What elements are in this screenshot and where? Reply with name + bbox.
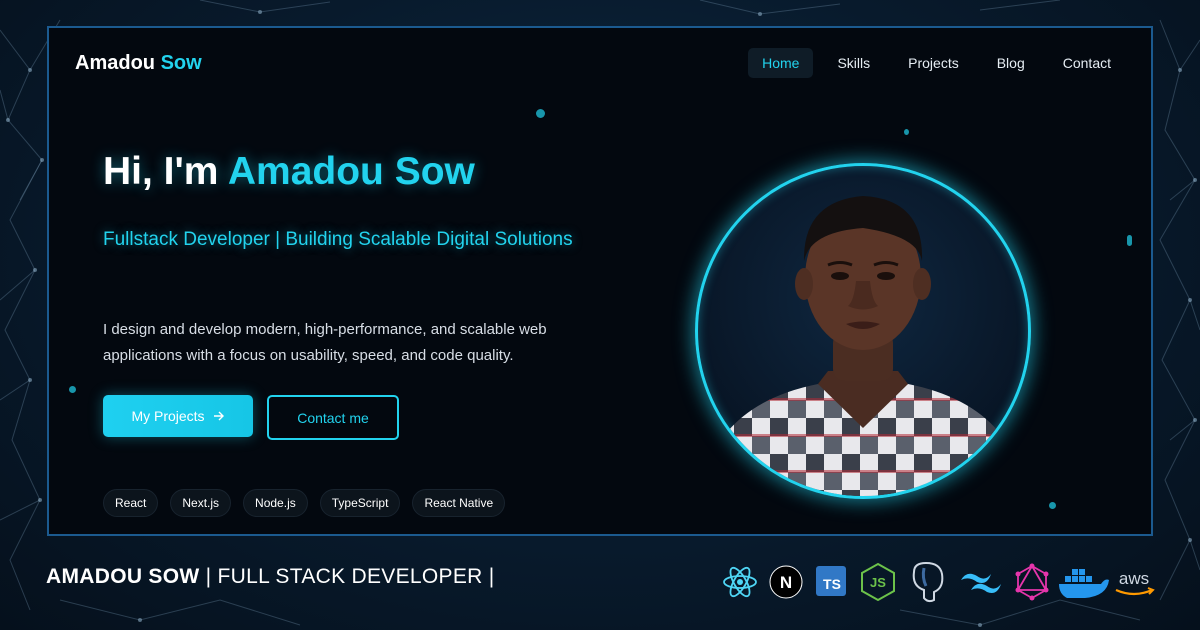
svg-text:TS: TS <box>823 576 841 592</box>
decorative-dot <box>1127 235 1132 246</box>
nextjs-icon: N <box>769 565 803 599</box>
main-nav: Home Skills Projects Blog Contact <box>748 48 1125 78</box>
my-projects-label: My Projects <box>131 408 205 424</box>
svg-text:JS: JS <box>870 575 886 590</box>
tag-react: React <box>103 489 159 517</box>
typescript-icon: TS <box>816 566 846 596</box>
docker-icon <box>1059 569 1109 598</box>
decorative-dot <box>904 129 909 135</box>
nodejs-icon: JS <box>861 562 895 602</box>
hero-subtitle: Fullstack Developer | Building Scalable … <box>103 229 573 250</box>
caption-name: AMADOU SOW <box>46 565 200 588</box>
hero-title: Hi, I'm Amadou Sow <box>103 150 475 194</box>
tag-typescript: TypeScript <box>319 489 401 517</box>
arrow-right-icon <box>213 411 224 421</box>
hero-greeting: Hi, I'm <box>103 150 219 193</box>
profile-photo <box>695 163 1031 499</box>
graphql-icon <box>1015 563 1049 601</box>
nav-skills[interactable]: Skills <box>823 48 884 78</box>
decorative-dot <box>1049 502 1056 509</box>
nav-home[interactable]: Home <box>748 48 814 78</box>
svg-text:N: N <box>780 573 792 592</box>
contact-me-button[interactable]: Contact me <box>267 395 399 440</box>
postgresql-icon <box>912 561 944 603</box>
tailwind-icon <box>961 573 1001 593</box>
tag-react-native: React Native <box>412 489 506 517</box>
tag-nodejs: Node.js <box>243 489 308 517</box>
nav-contact[interactable]: Contact <box>1049 48 1125 78</box>
logo-last-name: Sow <box>160 52 202 74</box>
nav-projects[interactable]: Projects <box>894 48 973 78</box>
tag-nextjs: Next.js <box>170 489 232 517</box>
my-projects-button[interactable]: My Projects <box>103 395 253 437</box>
logo-first-name: Amadou <box>75 52 155 74</box>
caption-role: | FULL STACK DEVELOPER | <box>205 565 495 588</box>
footer-caption: AMADOU SOW | FULL STACK DEVELOPER | <box>46 565 495 589</box>
decorative-dot <box>69 386 76 393</box>
tech-icons-row: N TS JS aws <box>723 561 1155 603</box>
site-logo[interactable]: Amadou Sow <box>75 52 202 75</box>
aws-icon: aws <box>1115 569 1155 596</box>
hero-description: I design and develop modern, high-perfor… <box>103 321 547 364</box>
hero-frame: Amadou Sow Home Skills Projects Blog Con… <box>47 26 1153 536</box>
hero-name: Amadou Sow <box>227 150 475 193</box>
nav-blog[interactable]: Blog <box>983 48 1039 78</box>
portrait-illustration <box>718 196 1008 496</box>
decorative-dot <box>536 109 545 118</box>
svg-text:aws: aws <box>1119 569 1149 588</box>
tech-tags: React Next.js Node.js TypeScript React N… <box>103 489 506 517</box>
react-icon <box>723 566 757 598</box>
